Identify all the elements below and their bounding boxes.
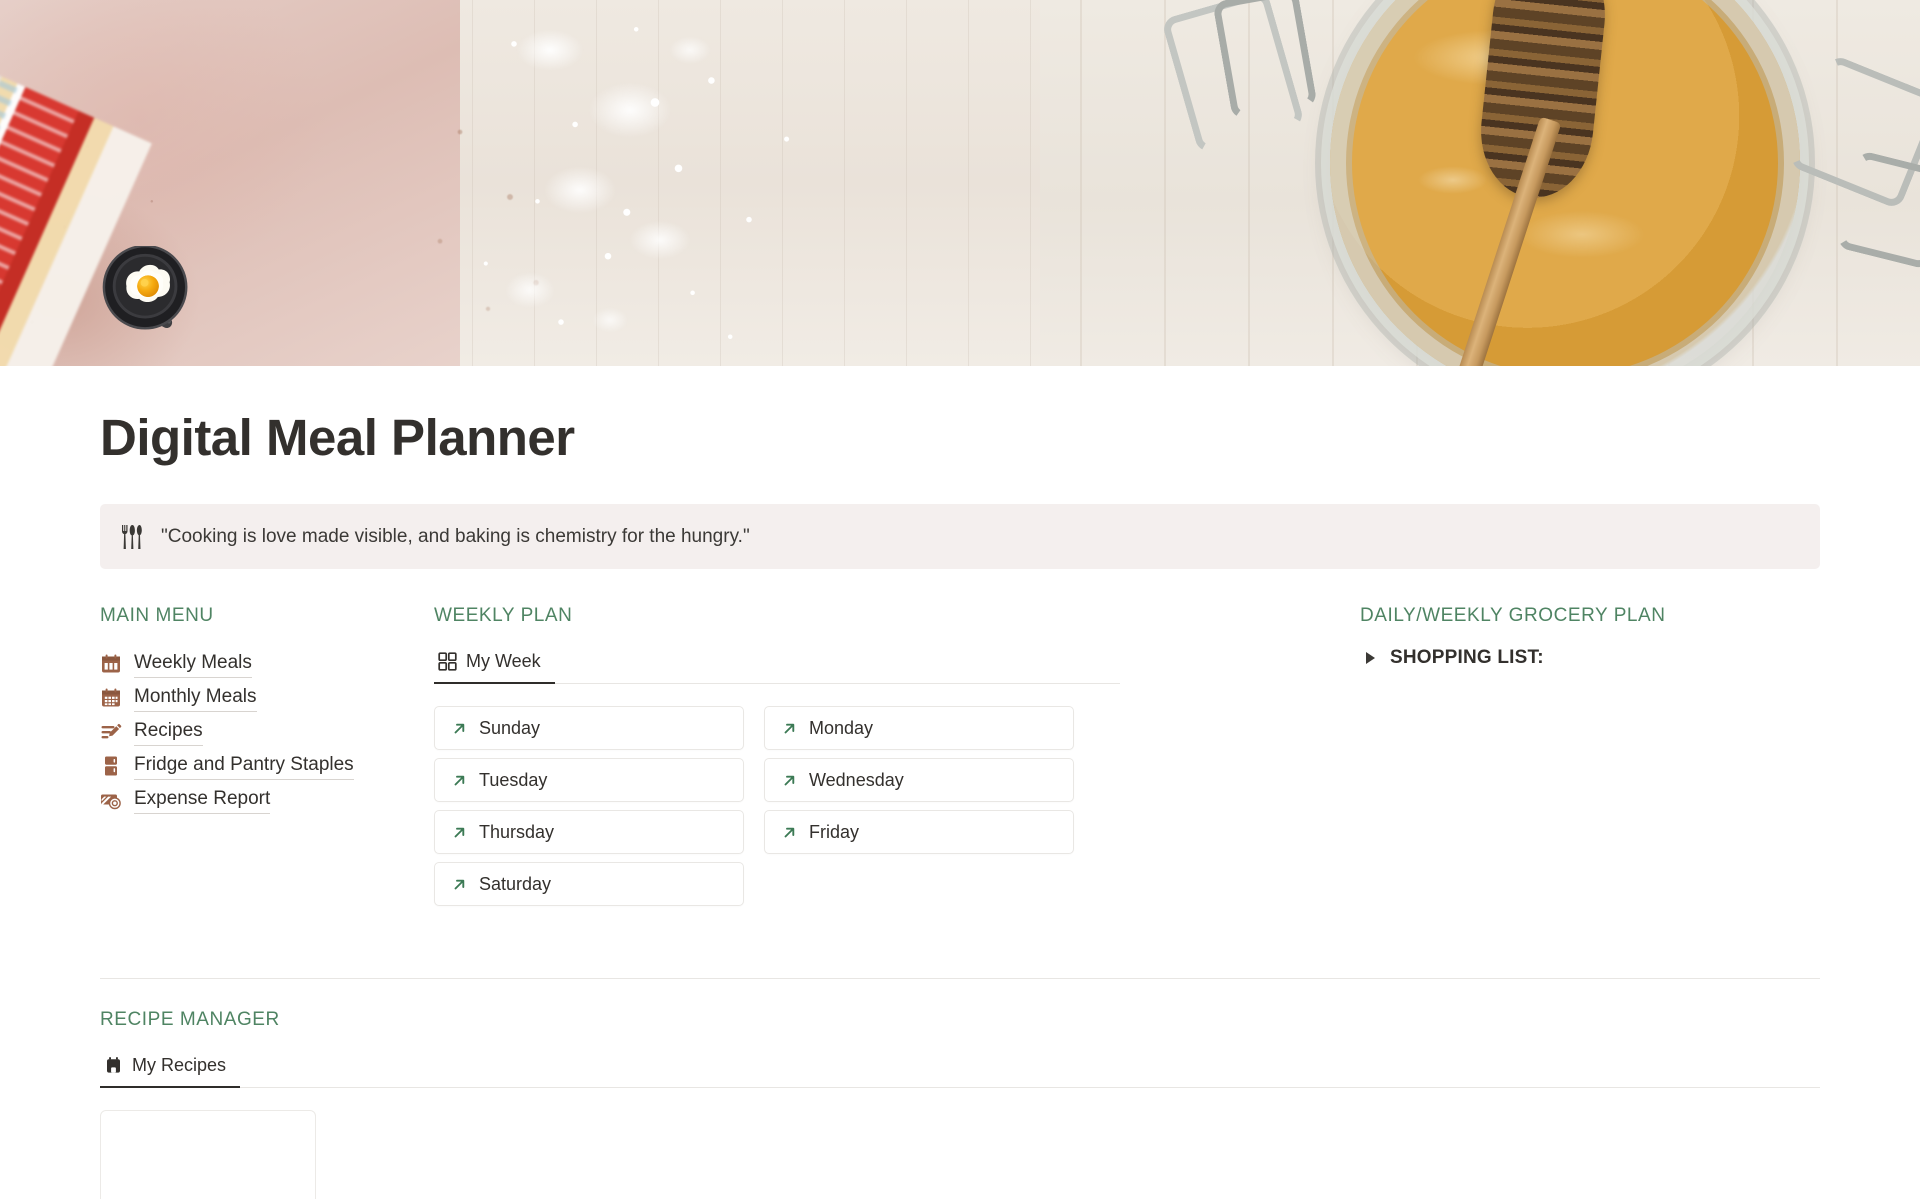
day-label: Wednesday [809,769,904,790]
recipe-manager-tabs: My Recipes [100,1051,1820,1088]
day-card-tuesday[interactable]: Tuesday [434,758,744,802]
sidebar-item-fridge-and-pantry-staples[interactable]: Fridge and Pantry Staples [100,749,434,783]
sidebar-item-label: Fridge and Pantry Staples [134,753,354,780]
day-label: Saturday [479,873,552,894]
arrow-up-right-icon [784,775,795,785]
day-label: Sunday [479,717,541,738]
shopping-list-label: SHOPPING LIST: [1390,647,1544,668]
gallery-card-icon [107,1057,120,1073]
main-menu-column: MAIN MENU Weekly Meals Monthly Meals Rec… [100,605,434,906]
quote-text: "Cooking is love made visible, and bakin… [161,525,750,547]
hero-flour-specks [420,0,890,366]
shopping-list-toggle[interactable]: SHOPPING LIST: [1360,647,1820,669]
page-title: Digital Meal Planner [100,409,575,466]
sidebar-item-recipes[interactable]: Recipes [100,715,434,749]
weekly-plan-column: WEEKLY PLAN My Week Sunday Monday Tuesda… [434,605,1120,906]
tab-my-week[interactable]: My Week [434,647,555,684]
columns-band: MAIN MENU Weekly Meals Monthly Meals Rec… [100,605,1820,906]
hero-cover-image[interactable] [0,0,1920,366]
grocery-plan-heading: DAILY/WEEKLY GROCERY PLAN [1360,605,1666,626]
grid-icon [438,652,457,671]
sidebar-item-expense-report[interactable]: Expense Report [100,783,434,817]
fried-egg-pan-icon[interactable] [100,246,198,344]
day-label: Monday [809,717,874,738]
arrow-up-right-icon [454,723,465,733]
arrow-up-right-icon [784,723,795,733]
day-card-sunday[interactable]: Sunday [434,706,744,750]
sidebar-item-monthly-meals[interactable]: Monthly Meals [100,681,434,715]
sidebar-item-label: Monthly Meals [134,685,257,712]
calendar-month-icon [102,688,120,707]
day-card-monday[interactable]: Monday [764,706,1074,750]
tab-label: My Recipes [132,1055,227,1075]
sidebar-item-weekly-meals[interactable]: Weekly Meals [100,647,434,681]
arrow-up-right-icon [454,827,465,837]
day-label: Friday [809,821,860,842]
recipe-manager-section: RECIPE MANAGER My Recipes [100,1009,1820,1199]
recipe-manager-heading: RECIPE MANAGER [100,1009,280,1030]
triangle-right-icon[interactable] [1366,652,1375,664]
money-icon [101,794,121,810]
day-card-wednesday[interactable]: Wednesday [764,758,1074,802]
page-content: Digital Meal Planner "Cooking is love ma… [0,408,1920,1199]
tab-my-recipes[interactable]: My Recipes [100,1051,241,1088]
grocery-plan-column: DAILY/WEEKLY GROCERY PLAN SHOPPING LIST: [1360,605,1820,906]
tab-label: My Week [466,651,541,671]
arrow-up-right-icon [784,827,795,837]
list-edit-icon [101,723,122,739]
day-card-saturday[interactable]: Saturday [434,862,744,906]
quote-callout[interactable]: "Cooking is love made visible, and bakin… [100,504,1820,569]
day-card-thursday[interactable]: Thursday [434,810,744,854]
arrow-up-right-icon [454,775,465,785]
sidebar-item-label: Expense Report [134,787,271,814]
sidebar-item-label: Recipes [134,719,203,746]
hero-photo [0,0,1920,366]
calendar-week-icon [102,654,120,673]
column-spacer [1120,605,1360,906]
day-label: Tuesday [479,769,548,790]
refrigerator-icon [105,756,117,776]
arrow-up-right-icon [454,879,465,889]
sidebar-item-label: Weekly Meals [134,651,252,678]
main-menu-heading: MAIN MENU [100,605,214,626]
recipe-card[interactable] [100,1110,316,1199]
weekly-plan-heading: WEEKLY PLAN [434,605,573,626]
day-card-friday[interactable]: Friday [764,810,1074,854]
weekly-plan-tabs: My Week [434,647,1120,684]
cutlery-icon [122,524,142,549]
section-divider [100,978,1820,979]
day-label: Thursday [479,821,555,842]
day-card-grid: Sunday Monday Tuesday Wednesday Thursday… [434,706,1120,906]
